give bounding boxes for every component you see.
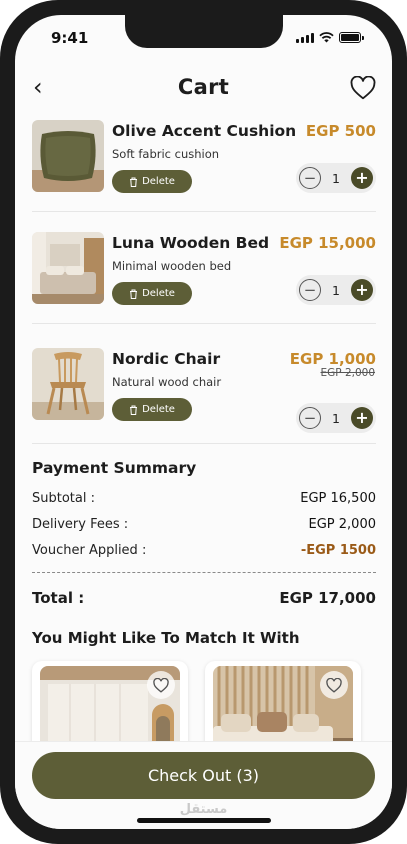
- trash-icon: [130, 177, 138, 187]
- quantity-stepper: − 1 +: [296, 403, 376, 433]
- delete-label: Delete: [142, 288, 175, 299]
- heart-icon: [326, 677, 342, 693]
- favorite-button[interactable]: [320, 671, 348, 699]
- trash-icon: [130, 289, 138, 299]
- divider: [32, 323, 376, 324]
- item-price: EGP 1,000: [289, 350, 376, 368]
- screen: 9:41 ‹ Cart Olive Accent Cushion Soft fa…: [15, 15, 392, 829]
- watermark: مستقل: [179, 802, 228, 817]
- delete-label: Delete: [142, 404, 175, 415]
- delete-button[interactable]: Delete: [112, 170, 192, 193]
- total-label: Total :: [32, 589, 85, 607]
- dashed-divider: [32, 572, 376, 573]
- page-title: Cart: [177, 75, 230, 99]
- delivery-value: EGP 2,000: [308, 517, 376, 532]
- divider: [32, 443, 376, 444]
- summary-title: Payment Summary: [32, 459, 197, 477]
- voucher-value: -EGP 1500: [300, 543, 376, 558]
- item-name: Nordic Chair: [112, 350, 221, 368]
- phone-frame: 9:41 ‹ Cart Olive Accent Cushion Soft fa…: [0, 0, 407, 844]
- delivery-row: Delivery Fees : EGP 2,000: [32, 517, 376, 532]
- heart-icon: [153, 677, 169, 693]
- voucher-row: Voucher Applied : -EGP 1500: [32, 543, 376, 558]
- trash-icon: [130, 405, 138, 415]
- header: ‹ Cart: [15, 71, 392, 107]
- quantity-stepper: − 1 +: [296, 163, 376, 193]
- item-description: Soft fabric cushion: [112, 147, 220, 161]
- old-price: EGP 2,000: [320, 367, 376, 379]
- subtotal-label: Subtotal :: [32, 491, 95, 506]
- favorite-button[interactable]: [147, 671, 175, 699]
- status-icons: [296, 32, 364, 43]
- delete-button[interactable]: Delete: [112, 398, 192, 421]
- item-description: Natural wood chair: [112, 375, 222, 389]
- item-price: EGP 500: [305, 122, 376, 140]
- delete-button[interactable]: Delete: [112, 282, 192, 305]
- decrease-button[interactable]: −: [299, 279, 321, 301]
- delete-label: Delete: [142, 176, 175, 187]
- suggestions-title: You Might Like To Match It With: [32, 629, 300, 647]
- quantity-stepper: − 1 +: [296, 275, 376, 305]
- delivery-label: Delivery Fees :: [32, 517, 129, 532]
- notch: [125, 15, 283, 48]
- total-row: Total : EGP 17,000: [32, 589, 376, 607]
- subtotal-row: Subtotal : EGP 16,500: [32, 491, 376, 506]
- checkout-button[interactable]: Check Out (3): [32, 752, 375, 799]
- heart-icon[interactable]: [350, 76, 376, 100]
- wifi-icon: [319, 32, 334, 43]
- item-name: Luna Wooden Bed: [112, 234, 270, 252]
- decrease-button[interactable]: −: [299, 167, 321, 189]
- increase-button[interactable]: +: [350, 407, 373, 429]
- bed-image: [32, 232, 104, 304]
- quantity-value: 1: [332, 410, 340, 426]
- home-indicator: [137, 818, 271, 823]
- item-price: EGP 15,000: [279, 234, 376, 252]
- quantity-value: 1: [332, 170, 340, 186]
- increase-button[interactable]: +: [350, 167, 373, 189]
- voucher-label: Voucher Applied :: [32, 543, 147, 558]
- item-description: Minimal wooden bed: [112, 259, 232, 273]
- status-time: 9:41: [51, 29, 89, 47]
- bottom-bar: Check Out (3) مستقل: [15, 741, 392, 829]
- battery-icon: [339, 32, 361, 43]
- subtotal-value: EGP 16,500: [300, 491, 376, 506]
- quantity-value: 1: [332, 282, 340, 298]
- item-name: Olive Accent Cushion: [112, 122, 297, 140]
- chair-image: [32, 348, 104, 420]
- total-value: EGP 17,000: [279, 589, 376, 607]
- signal-icon: [296, 33, 314, 43]
- increase-button[interactable]: +: [350, 279, 373, 301]
- decrease-button[interactable]: −: [299, 407, 321, 429]
- cushion-image: [32, 120, 104, 192]
- divider: [32, 211, 376, 212]
